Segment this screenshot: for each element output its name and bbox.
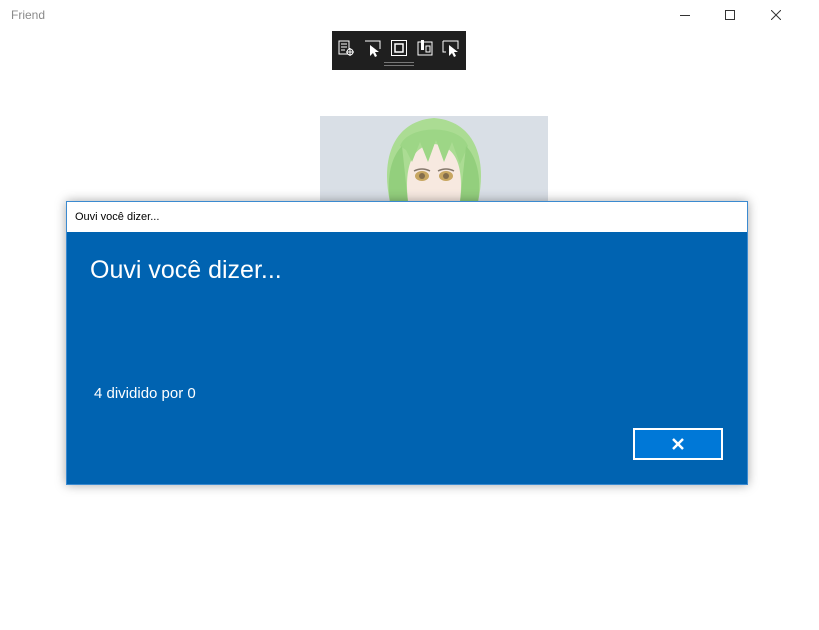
dialog-close-button[interactable] xyxy=(633,428,723,460)
track-focus-icon[interactable] xyxy=(416,39,434,57)
toolbar-drag-handle[interactable] xyxy=(384,62,414,66)
close-icon xyxy=(771,10,781,20)
title-bar: Friend xyxy=(0,0,819,30)
display-layout-adorners-icon[interactable] xyxy=(390,39,408,57)
dialog-titlebar-text: Ouvi você dizer... xyxy=(75,211,160,223)
app-window: Friend Ouvi você dizer... Ouvi você dize… xyxy=(0,0,819,630)
in-app-debug-toolbar xyxy=(332,31,466,70)
message-dialog: Ouvi você dizer... Ouvi você dizer... 4 … xyxy=(66,201,748,485)
character-image xyxy=(320,116,548,202)
app-title: Friend xyxy=(11,8,46,22)
select-element-icon[interactable] xyxy=(364,39,382,57)
close-icon xyxy=(672,438,684,450)
hot-reload-icon[interactable] xyxy=(442,39,460,57)
maximize-icon xyxy=(725,10,735,20)
dialog-titlebar: Ouvi você dizer... xyxy=(67,202,747,232)
minimize-icon xyxy=(680,15,690,16)
dialog-message: 4 dividido por 0 xyxy=(94,385,196,402)
close-window-button[interactable] xyxy=(753,0,799,30)
maximize-button[interactable] xyxy=(707,0,753,30)
live-visual-tree-icon[interactable] xyxy=(337,39,355,57)
character-portrait xyxy=(320,116,548,202)
dialog-heading: Ouvi você dizer... xyxy=(90,256,282,284)
minimize-button[interactable] xyxy=(662,0,708,30)
